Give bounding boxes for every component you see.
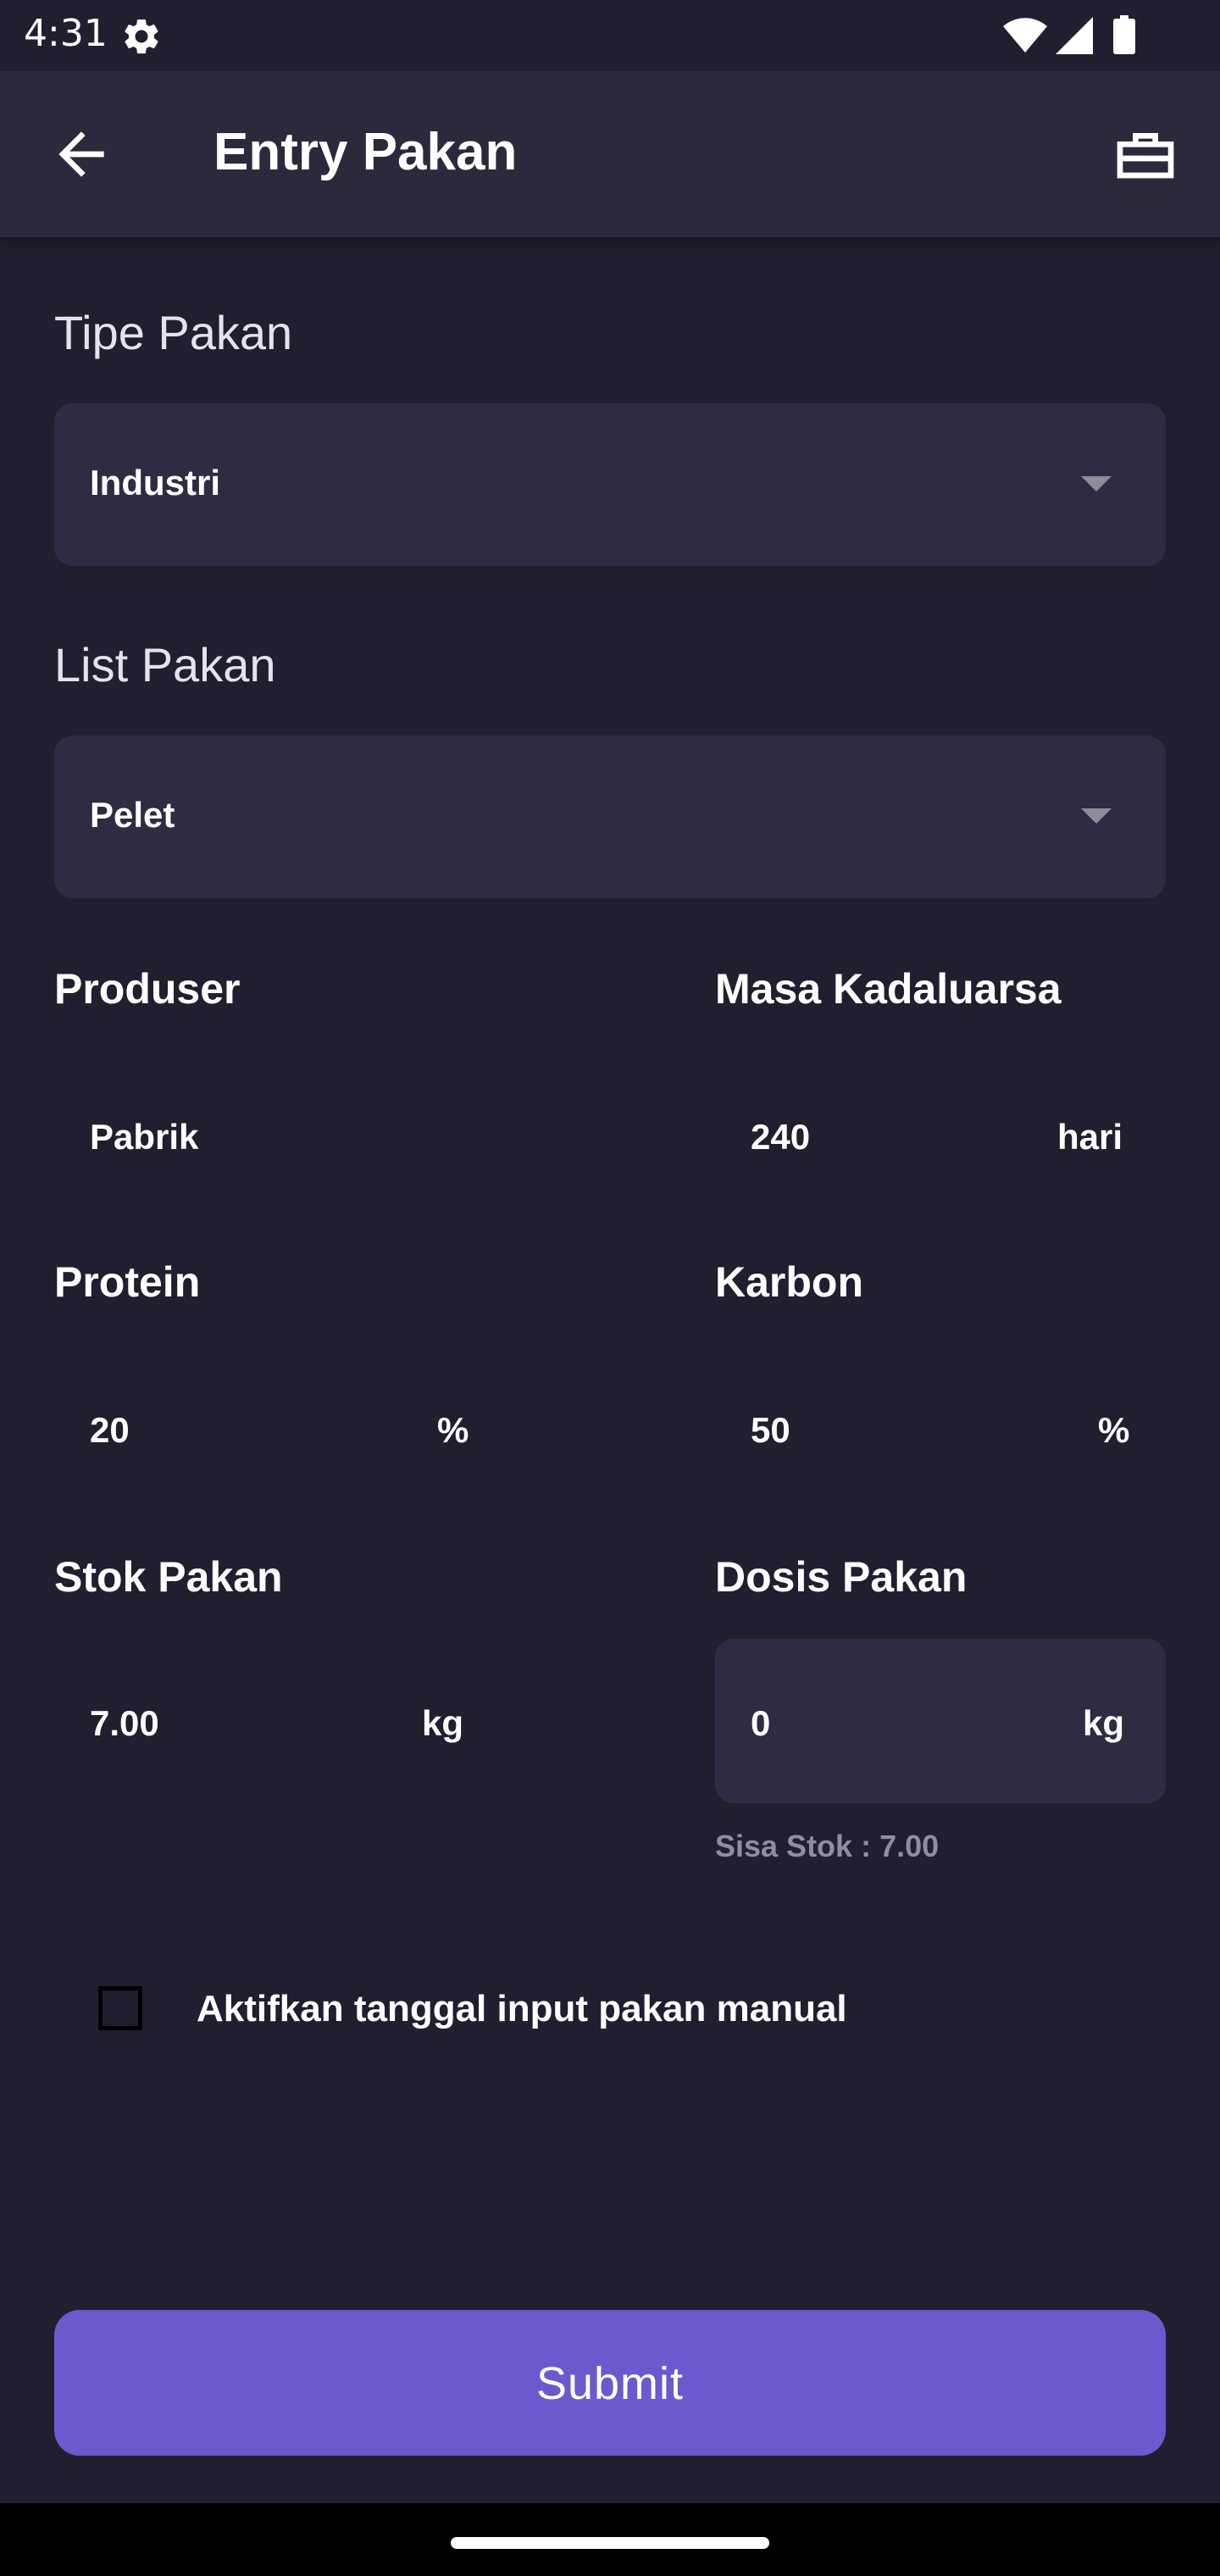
protein-unit: % [437, 1410, 469, 1450]
status-bar: 4:31 [0, 0, 1220, 71]
signal-icon [1056, 17, 1093, 54]
remaining-stock-hint: Sisa Stok : 7.00 [715, 1829, 940, 1863]
stock-value: 7.00 [90, 1703, 159, 1743]
carbon-value: 50 [751, 1410, 790, 1450]
back-arrow-icon[interactable] [47, 120, 115, 188]
carbon-label: Karbon [715, 1258, 863, 1306]
feed-list-value: Pelet [90, 795, 175, 835]
chevron-down-icon [1081, 476, 1112, 491]
status-time: 4:31 [24, 12, 108, 55]
stock-label: Stok Pakan [54, 1553, 283, 1601]
manual-date-checkbox[interactable] [98, 1986, 142, 2030]
feed-list-dropdown[interactable]: Pelet [54, 736, 1166, 898]
stock-unit: kg [422, 1703, 464, 1743]
feed-list-label: List Pakan [54, 638, 276, 691]
battery-icon [1113, 15, 1135, 54]
manual-date-label[interactable]: Aktifkan tanggal input pakan manual [197, 1988, 847, 2030]
expiry-value: 240 [751, 1117, 811, 1157]
briefcase-icon[interactable] [1110, 120, 1181, 188]
producer-label: Produser [54, 965, 241, 1013]
submit-button[interactable]: Submit [54, 2310, 1166, 2456]
carbon-unit: % [1098, 1410, 1130, 1450]
entry-pakan-screen: 4:31 Entry Pakan Tipe Pakan Industri Lis… [0, 0, 1220, 2576]
page-title: Entry Pakan [214, 123, 518, 181]
dose-unit: kg [1083, 1703, 1125, 1743]
protein-label: Protein [54, 1258, 201, 1306]
app-bar: Entry Pakan [0, 71, 1220, 237]
feed-type-dropdown[interactable]: Industri [54, 403, 1166, 566]
home-indicator[interactable] [451, 2537, 769, 2549]
expiry-label: Masa Kadaluarsa [715, 965, 1062, 1013]
submit-label: Submit [535, 2358, 685, 2409]
expiry-unit: hari [1057, 1117, 1123, 1157]
system-nav-bar [0, 2503, 1220, 2576]
dose-value: 0 [751, 1703, 771, 1743]
feed-type-value: Industri [90, 463, 220, 502]
chevron-down-icon [1081, 808, 1112, 824]
gear-icon [125, 19, 158, 54]
producer-value: Pabrik [90, 1117, 199, 1157]
protein-value: 20 [90, 1410, 130, 1450]
wifi-icon [1003, 18, 1047, 53]
dose-label: Dosis Pakan [715, 1553, 968, 1601]
feed-type-label: Tipe Pakan [54, 306, 293, 359]
dose-input[interactable]: 0 kg [715, 1639, 1166, 1803]
